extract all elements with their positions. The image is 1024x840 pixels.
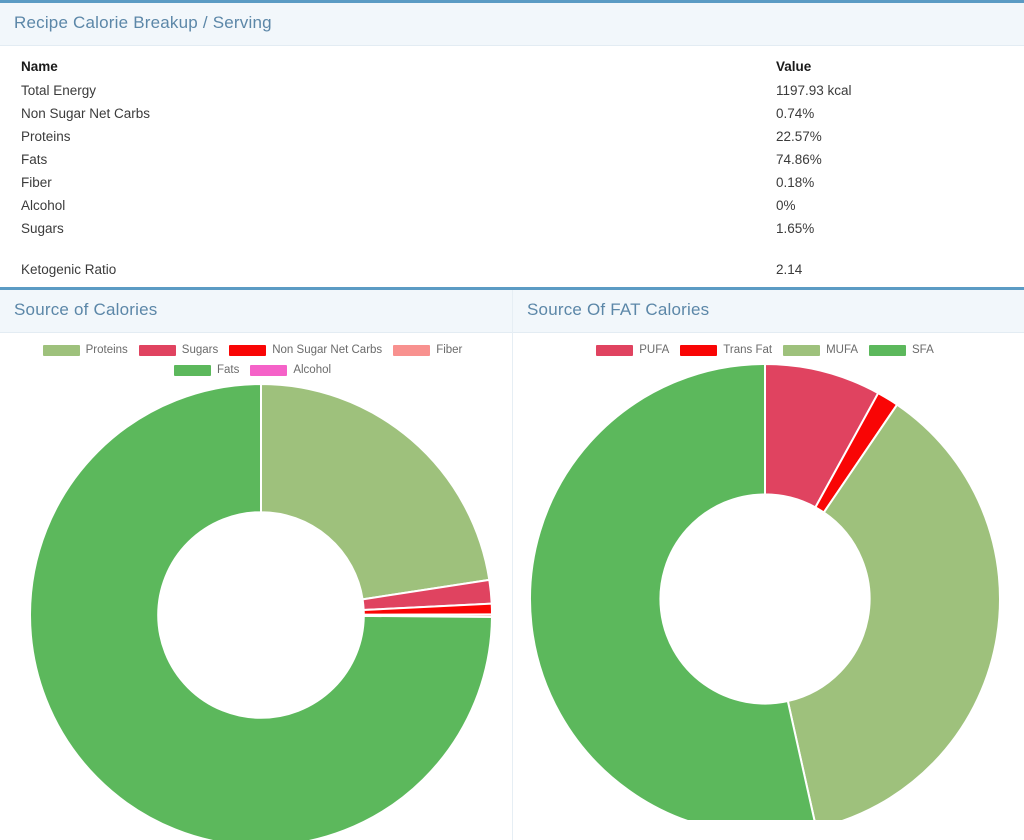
legend-label: MUFA xyxy=(826,344,859,357)
source-of-calories-donut-chart[interactable] xyxy=(0,383,512,840)
breakup-table-wrap: Name Value Total Energy 1197.93 kcal Non… xyxy=(0,46,1024,287)
legend-swatch-icon-non-sugar-net-carbs xyxy=(229,345,267,357)
source-of-fat-calories-header: Source Of FAT Calories xyxy=(513,290,1024,333)
row-label-ketogenic-ratio: Ketogenic Ratio xyxy=(21,262,117,277)
row-value-fiber: 0.18% xyxy=(776,175,815,190)
legend-label: SFA xyxy=(912,344,934,357)
source-of-calories-legend: Proteins Sugars Non Sugar Net Carbs Fiber Fa… xyxy=(0,333,512,384)
row-label-fats: Fats xyxy=(21,152,48,167)
legend-swatch-icon-sugars xyxy=(138,345,176,357)
legend-item-sfa[interactable]: SFA xyxy=(869,342,934,359)
legend-item-sugars[interactable]: Sugars xyxy=(138,342,219,359)
row-label-proteins: Proteins xyxy=(21,129,71,144)
row-label-fiber: Fiber xyxy=(21,175,52,190)
legend-swatch-icon-mufa xyxy=(783,345,821,357)
table-row: Proteins 22.57% xyxy=(16,125,1008,148)
legend-swatch-icon-trans-fat xyxy=(680,345,718,357)
row-value-proteins: 22.57% xyxy=(776,129,822,144)
legend-swatch-icon-alcohol xyxy=(250,364,288,376)
row-label-alcohol: Alcohol xyxy=(21,198,66,213)
legend-swatch-icon-fiber xyxy=(393,345,431,357)
table-header-row: Name Value xyxy=(16,56,1008,79)
row-label-non-sugar-net-carbs: Non Sugar Net Carbs xyxy=(21,106,151,121)
legend-label: Fats xyxy=(216,363,240,376)
source-of-fat-calories-legend: PUFA Trans Fat MUFA SFA xyxy=(513,333,1024,364)
row-value-fats: 74.86% xyxy=(776,152,822,167)
source-of-calories-title: Source of Calories xyxy=(14,300,158,319)
donut-slice-proteins[interactable] xyxy=(260,383,491,601)
legend-swatch-icon-sfa xyxy=(869,345,907,357)
legend-item-proteins[interactable]: Proteins xyxy=(42,342,128,359)
table-row: Non Sugar Net Carbs 0.74% xyxy=(16,102,1008,125)
legend-label: Alcohol xyxy=(293,363,332,376)
legend-item-mufa[interactable]: MUFA xyxy=(783,342,858,359)
column-header-name: Name xyxy=(21,59,58,74)
table-row: Fats 74.86% xyxy=(16,148,1008,171)
table-row: Fiber 0.18% xyxy=(16,171,1008,194)
legend-label: Sugars xyxy=(181,344,219,357)
calorie-breakup-table-body: Total Energy 1197.93 kcal Non Sugar Net … xyxy=(16,79,1008,281)
row-value-ketogenic-ratio: 2.14 xyxy=(776,262,803,277)
legend-label: Non Sugar Net Carbs xyxy=(272,344,383,357)
legend-swatch-icon-fats xyxy=(173,364,211,376)
table-row: Alcohol 0% xyxy=(16,194,1008,217)
column-header-value: Value xyxy=(776,59,812,74)
legend-item-alcohol[interactable]: Alcohol xyxy=(250,361,331,378)
source-of-calories-panel: Source of Calories Proteins Sugars Non Sug… xyxy=(0,290,512,840)
table-row-ketogenic-ratio: Ketogenic Ratio 2.14 xyxy=(16,258,1008,281)
row-value-non-sugar-net-carbs: 0.74% xyxy=(776,106,815,121)
row-value-alcohol: 0% xyxy=(776,198,796,213)
table-row: Total Energy 1197.93 kcal xyxy=(16,79,1008,102)
recipe-calorie-breakup-panel: Recipe Calorie Breakup / Serving Name Va… xyxy=(0,0,1024,287)
source-of-fat-calories-title: Source Of FAT Calories xyxy=(527,300,710,319)
legend-label: Trans Fat xyxy=(723,344,773,357)
legend-swatch-icon-proteins xyxy=(42,345,80,357)
legend-item-fiber[interactable]: Fiber xyxy=(393,342,462,359)
donut-svg xyxy=(29,383,494,840)
legend-label: PUFA xyxy=(639,344,670,357)
row-label-total-energy: Total Energy xyxy=(21,83,97,98)
legend-item-fats[interactable]: Fats xyxy=(173,361,240,378)
legend-label: Proteins xyxy=(85,344,128,357)
source-of-calories-header: Source of Calories xyxy=(0,290,512,333)
legend-swatch-icon-pufa xyxy=(596,345,634,357)
calorie-breakup-table: Name Value Total Energy 1197.93 kcal Non… xyxy=(16,56,1008,281)
legend-item-trans-fat[interactable]: Trans Fat xyxy=(680,342,772,359)
table-row: Sugars 1.65% xyxy=(16,217,1008,240)
donut-svg xyxy=(528,364,1001,821)
legend-item-pufa[interactable]: PUFA xyxy=(596,342,669,359)
source-of-fat-calories-panel: Source Of FAT Calories PUFA Trans Fat MUFA… xyxy=(512,290,1024,840)
page-title: Recipe Calorie Breakup / Serving xyxy=(14,13,272,32)
charts-row: Source of Calories Proteins Sugars Non Sug… xyxy=(0,290,1024,840)
row-label-sugars: Sugars xyxy=(21,221,64,236)
recipe-calorie-breakup-header: Recipe Calorie Breakup / Serving xyxy=(0,3,1024,46)
row-value-total-energy: 1197.93 kcal xyxy=(776,83,852,98)
legend-item-non-sugar-net-carbs[interactable]: Non Sugar Net Carbs xyxy=(229,342,382,359)
source-of-fat-calories-donut-chart[interactable] xyxy=(513,364,1024,821)
legend-label: Fiber xyxy=(436,344,463,357)
row-value-sugars: 1.65% xyxy=(776,221,815,236)
table-spacer-row xyxy=(16,240,1008,258)
